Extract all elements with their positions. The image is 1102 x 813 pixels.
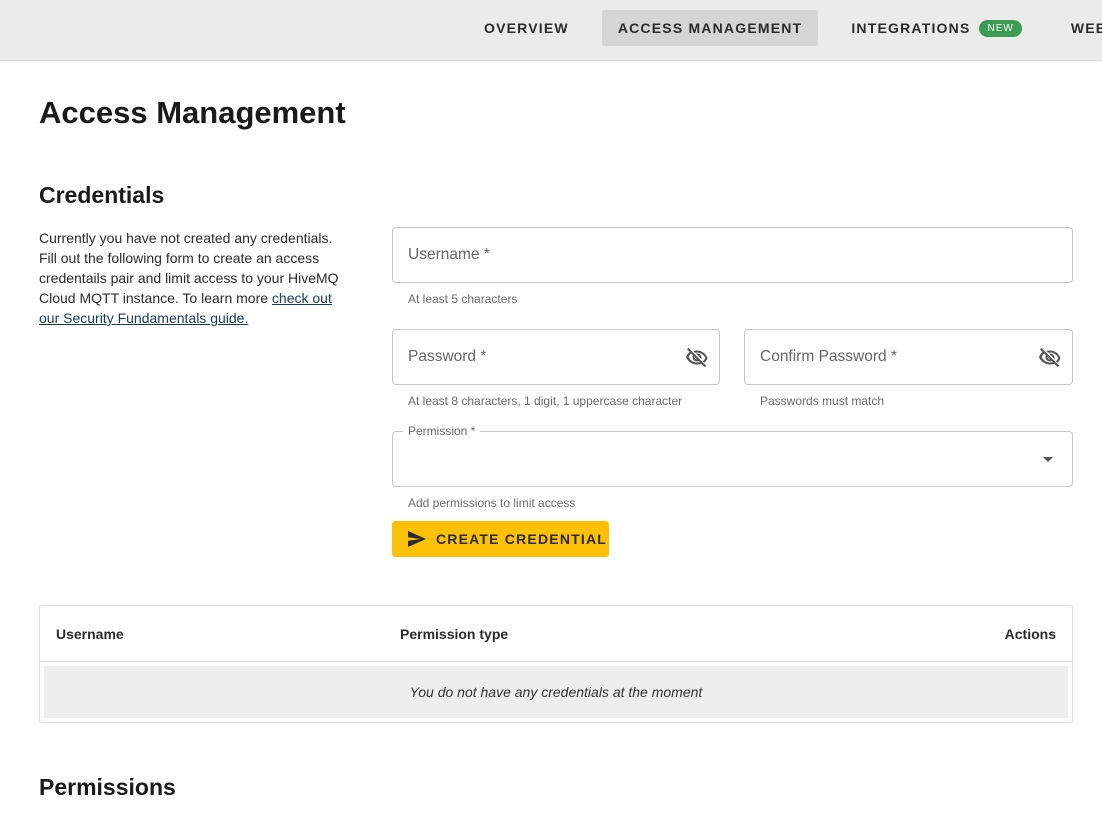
tab-integrations[interactable]: INTEGRATIONS NEW	[835, 10, 1037, 46]
tab-overview[interactable]: OVERVIEW	[468, 10, 585, 46]
tab-overview-label: OVERVIEW	[484, 20, 569, 36]
credentials-table: Username Permission type Actions You do …	[39, 605, 1073, 723]
create-credential-label: CREATE CREDENTIAL	[436, 531, 608, 547]
dropdown-arrow-icon[interactable]	[1043, 457, 1053, 462]
header-username: Username	[56, 626, 124, 642]
create-credential-button[interactable]: CREATE CREDENTIAL	[392, 521, 609, 557]
username-helper: At least 5 characters	[408, 292, 518, 306]
top-navigation: OVERVIEW ACCESS MANAGEMENT INTEGRATIONS N…	[0, 0, 1102, 61]
visibility-off-icon[interactable]	[1038, 346, 1062, 370]
permissions-section-title: Permissions	[39, 774, 176, 800]
tab-web-client[interactable]: WEB CLIENT	[1055, 10, 1102, 46]
permission-label: Permission *	[403, 424, 481, 438]
table-empty-row: You do not have any credentials at the m…	[44, 666, 1068, 718]
tab-access-management-label: ACCESS MANAGEMENT	[617, 20, 803, 36]
tab-integrations-label: INTEGRATIONS	[851, 20, 971, 36]
visibility-off-icon[interactable]	[685, 346, 709, 370]
username-label: Username *	[408, 246, 490, 263]
credentials-section-title: Credentials	[39, 182, 165, 208]
confirm-password-label: Confirm Password *	[760, 348, 897, 365]
nav-tabs: OVERVIEW ACCESS MANAGEMENT INTEGRATIONS N…	[468, 10, 1102, 46]
password-label: Password *	[408, 348, 487, 365]
password-helper: At least 8 characters, 1 digit, 1 upperc…	[408, 394, 683, 408]
header-permission-type: Permission type	[400, 626, 509, 642]
username-field[interactable]: Username *	[392, 227, 1073, 283]
credentials-intro: Currently you have not created any crede…	[39, 228, 349, 328]
confirm-password-helper: Passwords must match	[760, 394, 885, 408]
send-icon	[408, 531, 426, 547]
permission-helper: Add permissions to limit access	[408, 496, 576, 510]
empty-message: You do not have any credentials at the m…	[409, 684, 703, 700]
tab-web-client-label: WEB CLIENT	[1070, 20, 1102, 36]
table-header: Username Permission type Actions	[40, 606, 1072, 662]
new-badge: NEW	[979, 19, 1022, 37]
tab-access-management[interactable]: ACCESS MANAGEMENT	[601, 10, 819, 46]
permission-select[interactable]: Permission *	[392, 424, 1073, 487]
password-field[interactable]: Password *	[392, 329, 720, 385]
header-actions: Actions	[1004, 626, 1056, 642]
confirm-password-field[interactable]: Confirm Password *	[744, 329, 1073, 385]
page-title: Access Management	[39, 95, 346, 130]
